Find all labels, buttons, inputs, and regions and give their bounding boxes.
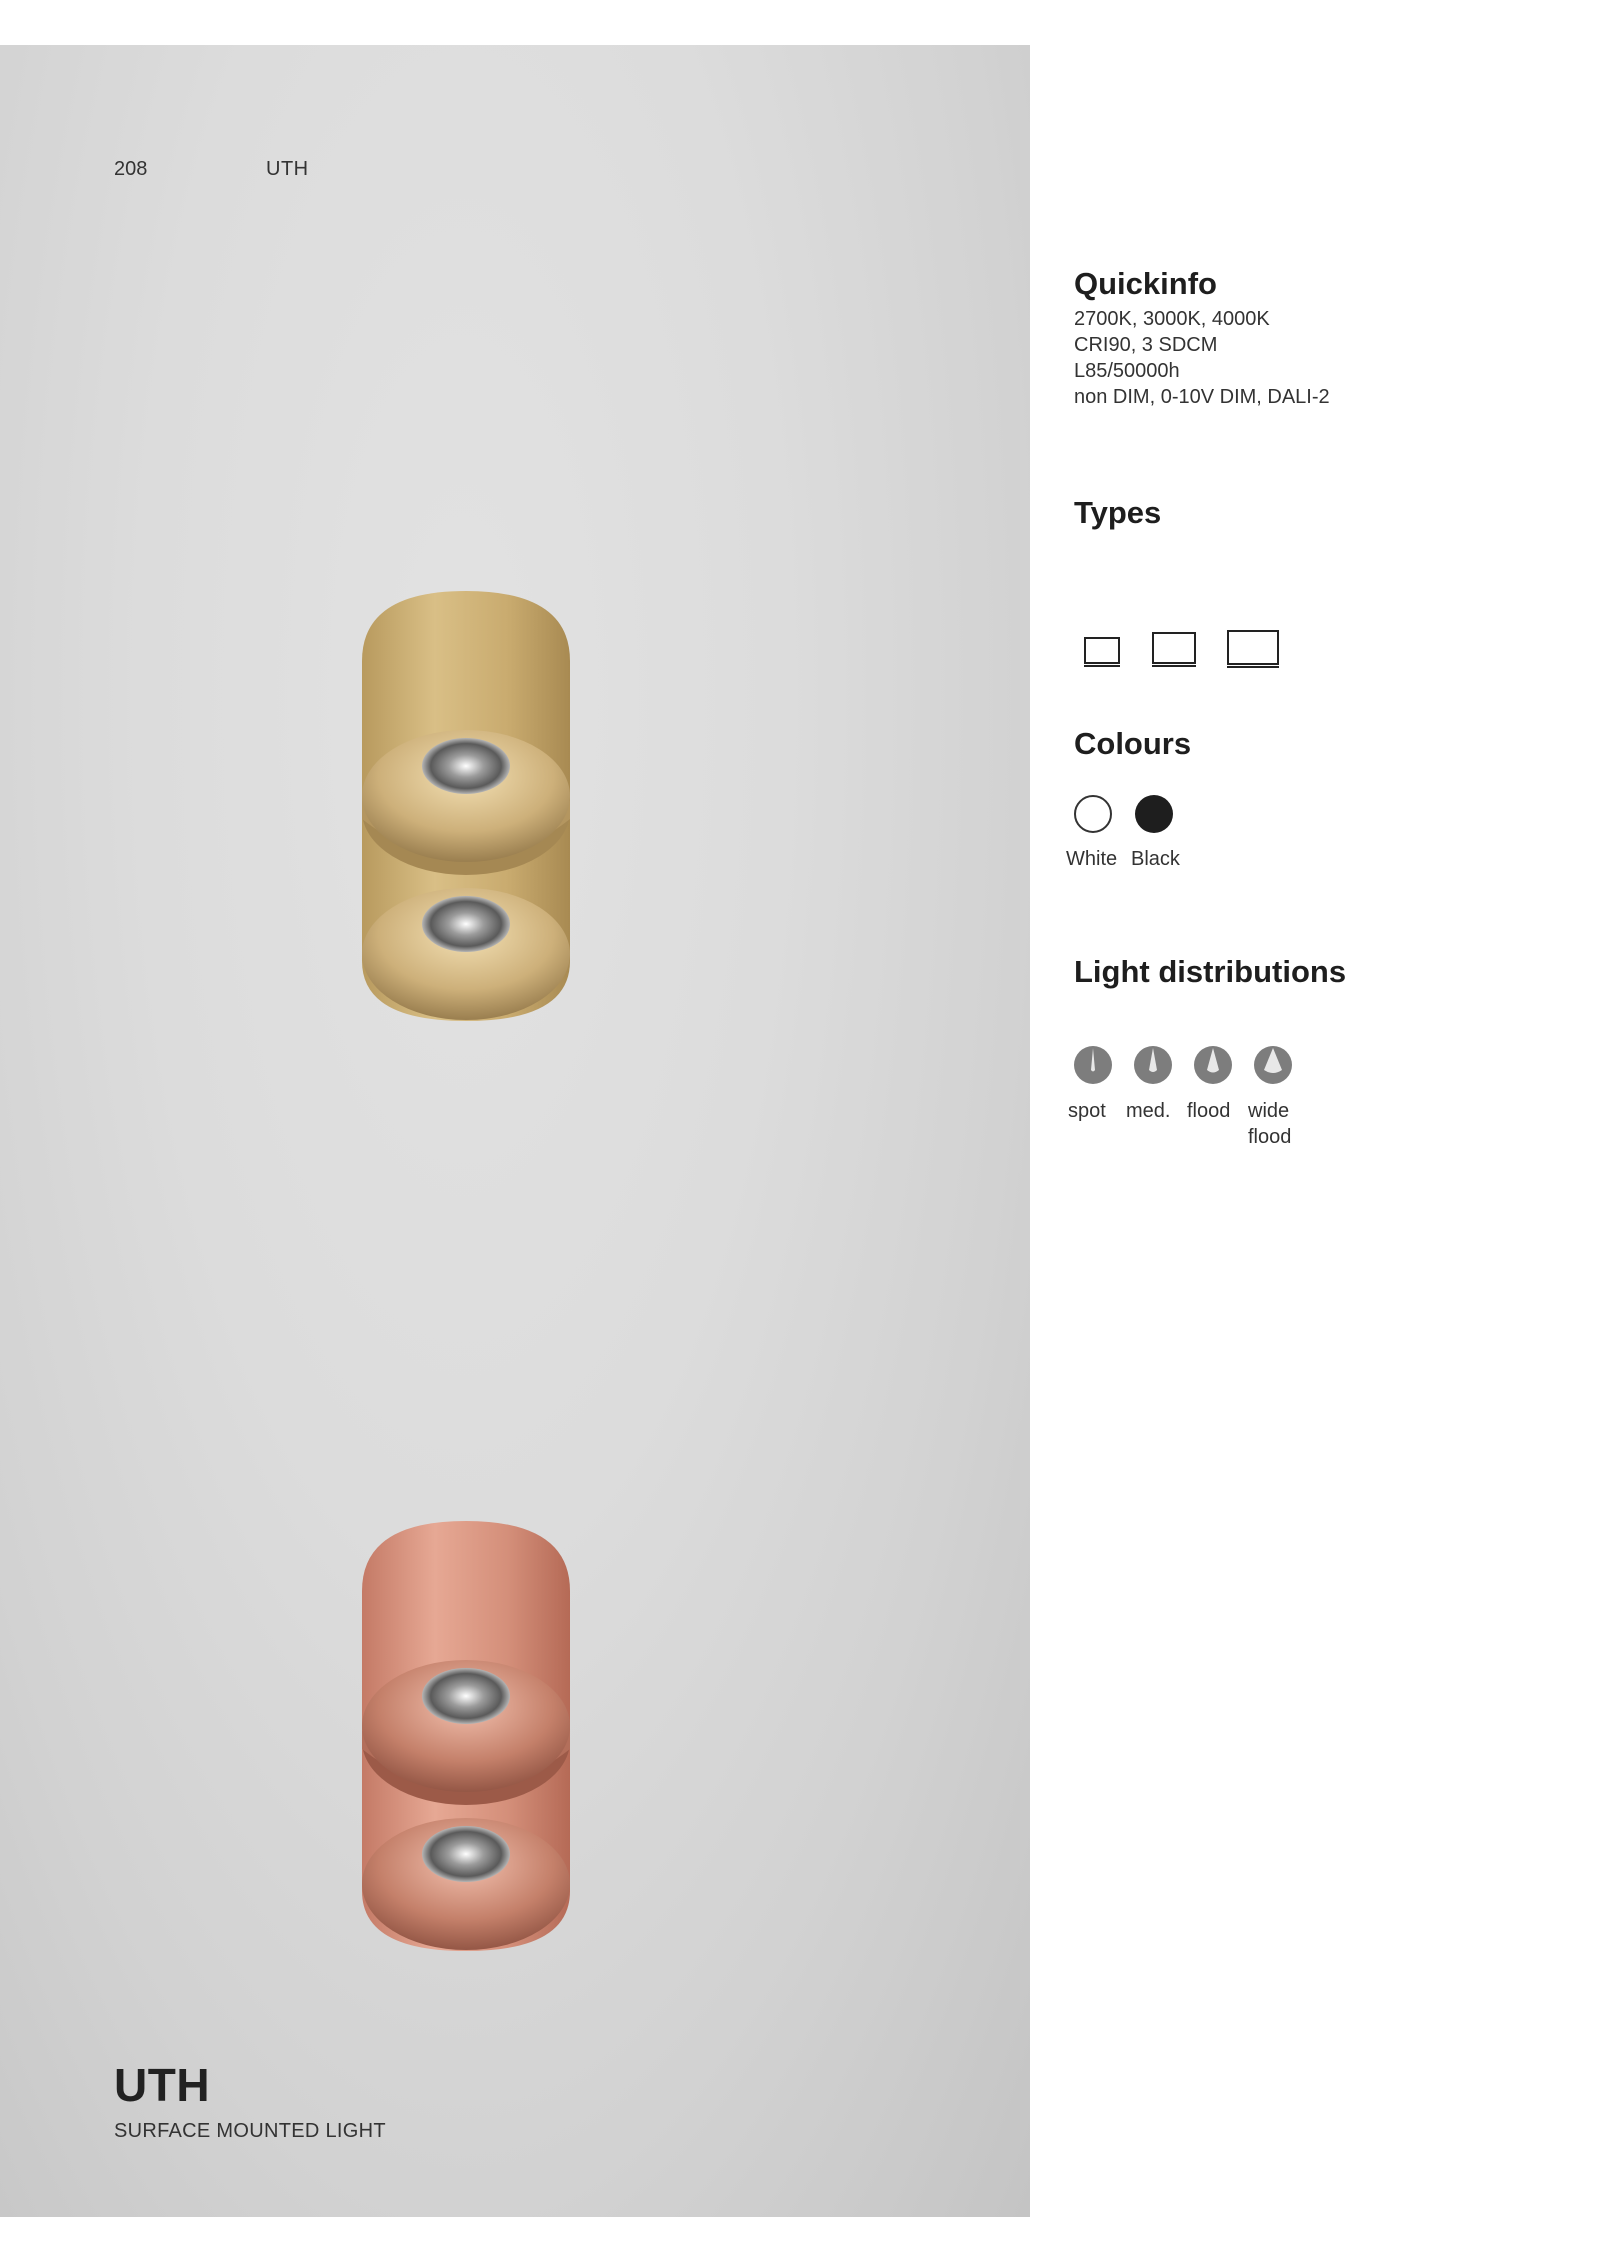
- white-swatch: [1074, 795, 1112, 833]
- distribution-label: med.: [1126, 1100, 1171, 1122]
- colour-label: White: [1066, 848, 1118, 870]
- quickinfo-line: L85/50000h: [1074, 360, 1180, 382]
- type-medium-icon: [1152, 632, 1196, 667]
- distribution-label: flood: [1187, 1100, 1231, 1122]
- product-photo: 208 UTH UTH SURFACE MOUNTED LIGHT: [0, 45, 1030, 2217]
- black-swatch: [1135, 795, 1173, 833]
- wide-flood-beam-icon: [1254, 1046, 1292, 1084]
- distribution-label-line: flood: [1248, 1126, 1292, 1148]
- spot-beam-icon: [1074, 1046, 1112, 1084]
- header-product-code: UTH: [266, 158, 309, 180]
- distribution-label: wide flood: [1248, 1098, 1291, 1150]
- type-large-icon: [1227, 630, 1279, 668]
- colours-heading: Colours: [1074, 726, 1192, 761]
- type-small-icon: [1084, 637, 1120, 667]
- distribution-label: spot: [1068, 1100, 1106, 1122]
- gold-lamp-image: [358, 591, 574, 1021]
- light-distributions-heading: Light distributions: [1074, 954, 1347, 989]
- product-title: UTH: [114, 2059, 211, 2111]
- medium-beam-icon: [1134, 1046, 1172, 1084]
- distribution-label-line: wide: [1248, 1100, 1290, 1122]
- page-number: 208: [114, 158, 148, 180]
- product-subtitle: SURFACE MOUNTED LIGHT: [114, 2120, 386, 2142]
- types-heading: Types: [1074, 495, 1162, 530]
- quickinfo-line: 2700K, 3000K, 4000K: [1074, 308, 1270, 330]
- copper-lamp-image: [358, 1521, 574, 1951]
- quickinfo-heading: Quickinfo: [1074, 266, 1217, 301]
- flood-beam-icon: [1194, 1046, 1232, 1084]
- quickinfo-line: non DIM, 0-10V DIM, DALI-2: [1074, 386, 1330, 408]
- quickinfo-line: CRI90, 3 SDCM: [1074, 334, 1218, 356]
- colour-label: Black: [1131, 848, 1180, 870]
